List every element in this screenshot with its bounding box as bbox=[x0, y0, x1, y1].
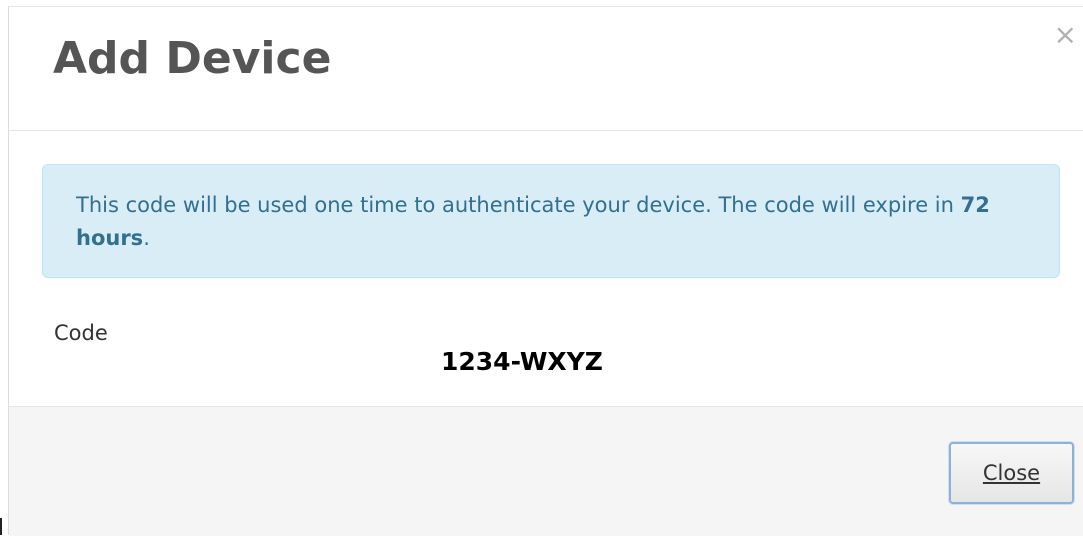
add-device-modal: Add Device × This code will be used one … bbox=[8, 6, 1083, 536]
info-alert-text: This code will be used one time to authe… bbox=[76, 193, 961, 217]
info-alert-period: . bbox=[143, 226, 150, 250]
modal-footer: Close bbox=[9, 407, 1083, 536]
modal-header: Add Device × bbox=[9, 7, 1083, 131]
window-edge-mark bbox=[0, 518, 2, 535]
close-button[interactable]: Close bbox=[949, 442, 1074, 504]
info-alert: This code will be used one time to authe… bbox=[42, 164, 1060, 278]
modal-body: This code will be used one time to authe… bbox=[9, 131, 1083, 407]
code-value: 1234-WXYZ bbox=[441, 347, 603, 376]
modal-title: Add Device bbox=[53, 33, 332, 84]
code-label: Code bbox=[54, 321, 108, 345]
close-icon[interactable]: × bbox=[1054, 21, 1077, 49]
